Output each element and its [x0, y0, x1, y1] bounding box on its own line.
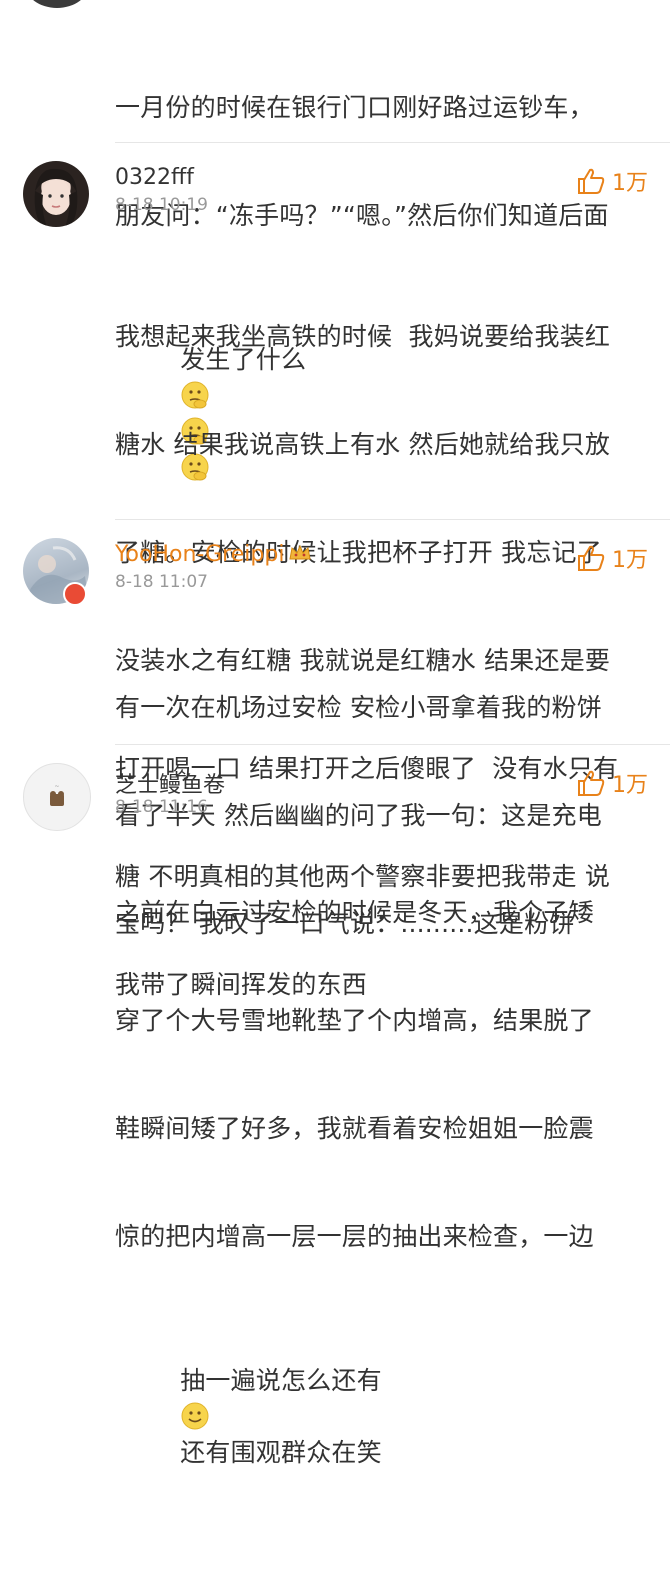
timestamp: 8-18 10:19 [115, 195, 208, 215]
like-count: 1万 [612, 548, 648, 573]
username[interactable]: 0322fff [115, 165, 194, 190]
comment-item: YooHon-Greippi 8-18 11:07 1万 有一次在机场过安检 安… [23, 520, 670, 938]
avatar[interactable]: ~ [23, 763, 91, 831]
like-count: 1万 [612, 773, 648, 798]
timestamp: 8-18 11:16 [115, 797, 208, 817]
user-photo-icon [34, 168, 78, 227]
like-button[interactable]: 1万 [576, 165, 648, 197]
thumbs-up-icon [578, 545, 605, 571]
thumbs-up-icon [578, 168, 605, 194]
svg-text:~: ~ [54, 783, 59, 790]
verified-badge-icon [63, 582, 87, 606]
comment-item: 一月份的时候在银行门口刚好路过运钞车， 朋友问：“冻手吗？”“嗯。”然后你们知道… [115, 0, 670, 481]
username[interactable]: 芝士鳗鱼卷 [115, 767, 225, 799]
username[interactable]: YooHon-Greippi [115, 542, 312, 567]
smile-emoji-icon [181, 1402, 209, 1430]
comment-item: 0322fff 8-18 10:19 1万 我想起来我坐高铁的时候 我妈说要给我… [23, 143, 670, 999]
vip-crown-icon [289, 544, 312, 560]
avatar[interactable] [25, 0, 89, 8]
avatar[interactable] [23, 161, 89, 227]
comment-item: ~ 芝士鳗鱼卷 8-18 11:16 1万 之前在白云过安检的时候是冬天，我个子… [23, 745, 670, 1467]
user-photo-icon: ~ [50, 783, 64, 806]
comment-text: 之前在白云过安检的时候是冬天，我个子矮 穿了个大号雪地靴垫了个内增高，结果脱了 … [115, 898, 594, 1467]
like-count: 1万 [612, 171, 648, 196]
like-button[interactable]: 1万 [576, 767, 648, 799]
thumbs-up-icon [578, 770, 605, 796]
like-button[interactable]: 1万 [576, 542, 648, 574]
timestamp: 8-18 11:07 [115, 572, 208, 592]
comment-feed: 一月份的时候在银行门口刚好路过运钞车， 朋友问：“冻手吗？”“嗯。”然后你们知道… [0, 0, 670, 1467]
